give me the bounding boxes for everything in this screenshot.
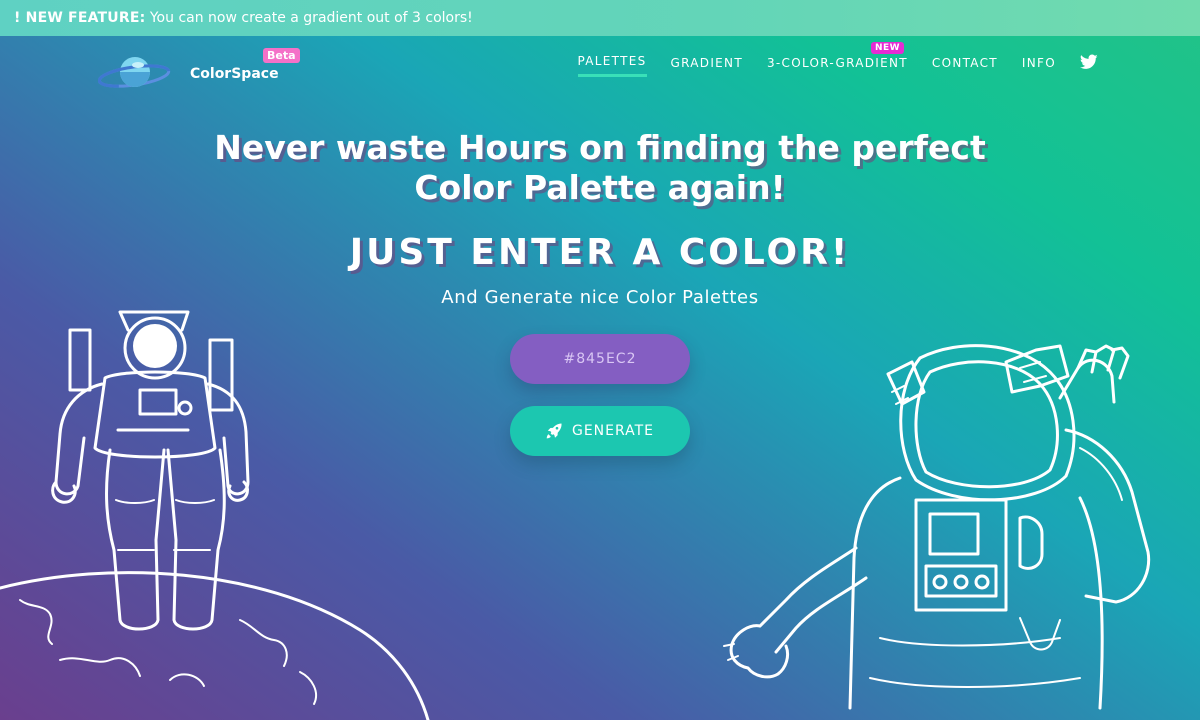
hero-subtitle: JUST ENTER A COLOR!: [349, 232, 851, 273]
logo[interactable]: ColorSpace Beta: [98, 46, 308, 96]
nav-item-label: 3-COLOR-GRADIENT: [766, 55, 908, 70]
nav-item-info[interactable]: INFO: [1022, 56, 1056, 76]
announcement-text: You can now create a gradient out of 3 c…: [145, 10, 473, 26]
twitter-icon[interactable]: [1080, 54, 1098, 70]
color-input[interactable]: [510, 334, 690, 384]
nav-item-gradient[interactable]: GRADIENT: [671, 56, 743, 76]
hero-title-line2: Color Palette again!: [414, 168, 786, 207]
astronaut-left-illustration: [0, 310, 430, 720]
generate-label: GENERATE: [571, 423, 655, 439]
beta-badge: Beta: [263, 48, 300, 63]
announcement-label: ! NEW FEATURE:: [14, 10, 146, 26]
hero-title-line1: Never waste Hours on finding the perfect: [214, 128, 986, 167]
navbar: ColorSpace Beta PALETTES GRADIENT 3-COLO…: [0, 36, 1200, 106]
hero-title: Never waste Hours on finding the perfect…: [150, 128, 1050, 208]
nav-item-contact[interactable]: CONTACT: [932, 56, 998, 76]
new-badge: NEW: [870, 41, 905, 54]
rocket-icon: [546, 423, 562, 439]
generate-button[interactable]: GENERATE: [510, 406, 690, 456]
announcement-bar: ! NEW FEATURE: You can now create a grad…: [0, 0, 1200, 36]
nav-item-3-color-gradient[interactable]: 3-COLOR-GRADIENT NEW: [766, 41, 908, 76]
planet-logo-icon: [98, 57, 171, 88]
nav-item-palettes[interactable]: PALETTES: [577, 54, 647, 77]
astronaut-right-illustration: [723, 344, 1151, 710]
main-nav: PALETTES GRADIENT 3-COLOR-GRADIENT NEW C…: [577, 41, 1098, 77]
brand-name: ColorSpace: [190, 66, 279, 82]
